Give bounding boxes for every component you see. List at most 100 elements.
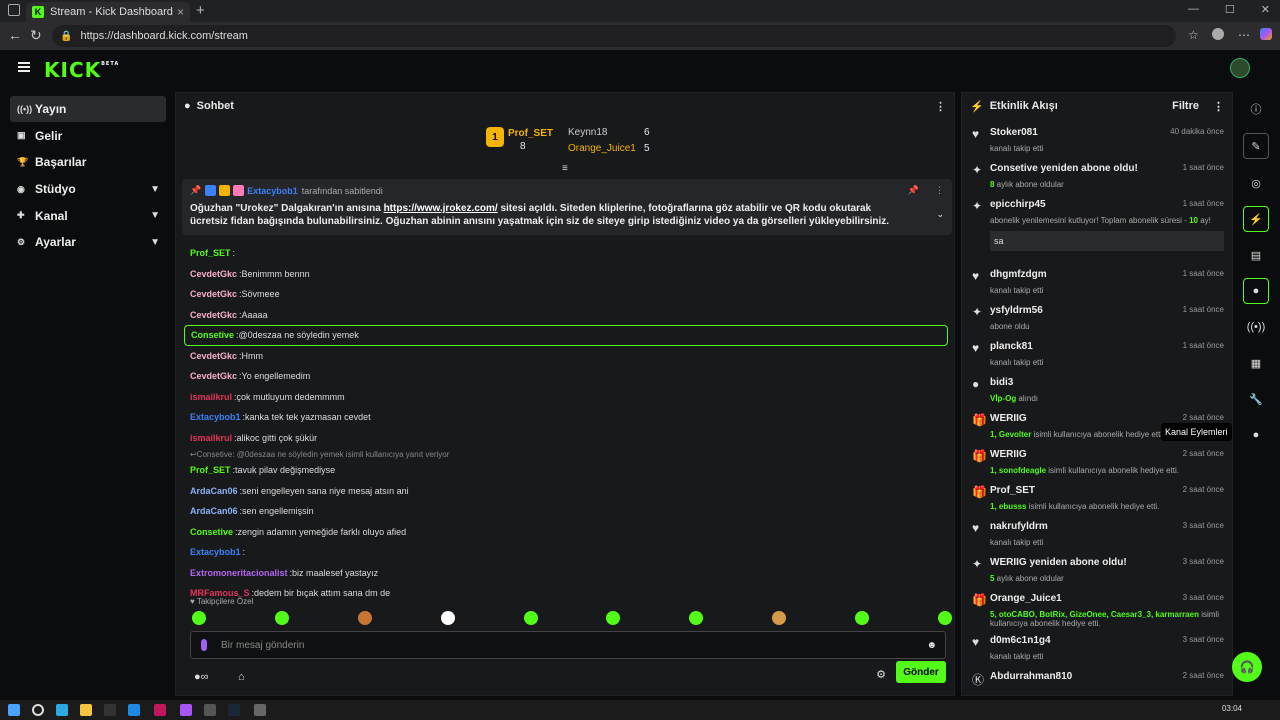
pinned-link[interactable]: https://www.jrokez.com/	[384, 203, 498, 214]
pinned-by-user[interactable]: Extacybob1	[247, 186, 298, 196]
chat-username[interactable]: ArdaCan06	[190, 506, 238, 516]
feed-event-name[interactable]: dhgmfzdgm	[990, 269, 1047, 280]
emoji-icon[interactable]: ☻	[926, 640, 937, 651]
tab-actions-icon[interactable]	[8, 4, 20, 16]
feed-event[interactable]: 🎁 WERIIG 2 saat önce 1, sonofdeagle isimli …	[972, 449, 1224, 475]
app-icon[interactable]	[254, 704, 266, 716]
chat-username[interactable]: Extacybob1	[190, 547, 241, 557]
lightning-icon[interactable]: ⚡	[1243, 206, 1269, 232]
sidebar-item-basarilar[interactable]: 🏆 Başarılar	[10, 149, 166, 175]
chat-username[interactable]: ismailkrul	[190, 433, 232, 443]
wrench-icon[interactable]: 🔧	[1243, 386, 1269, 412]
back-icon[interactable]: ←	[8, 27, 22, 43]
close-tab-icon[interactable]: ×	[177, 5, 184, 19]
feed-event[interactable]: 🎁 Orange_Juice1 3 saat önce 5, otoCABO, Bot…	[972, 593, 1224, 628]
reload-icon[interactable]: ↻	[30, 27, 42, 44]
emote-icon[interactable]	[937, 611, 952, 625]
chat-username[interactable]: Consetive	[191, 330, 234, 340]
emote-icon[interactable]	[772, 611, 787, 625]
feed-event[interactable]: ♥ dhgmfzdgm 1 saat önce kanalı takip etti	[972, 269, 1224, 295]
feed-event-name[interactable]: bidi3	[990, 377, 1013, 388]
chevron-down-icon[interactable]: ⌄	[936, 209, 944, 220]
feed-event-name[interactable]: Consetive yeniden abone oldu!	[990, 163, 1138, 174]
feed-event-name[interactable]: Orange_Juice1	[990, 593, 1062, 604]
kicks-icon[interactable]: ●∞	[194, 671, 209, 683]
chat-message-input[interactable]: Bir mesaj gönderin ☻	[190, 631, 946, 659]
feed-event[interactable]: ✦ ysfyldrm56 1 saat önce abone oldu	[972, 305, 1224, 331]
copilot-icon[interactable]	[1260, 28, 1272, 40]
feed-event-name[interactable]: WERIIG	[990, 413, 1027, 424]
sidebar-item-yayin[interactable]: ((•)) Yayın	[10, 96, 166, 122]
emote-icon[interactable]	[357, 611, 372, 625]
feed-menu-icon[interactable]: ⋮	[1213, 100, 1224, 113]
maximize-icon[interactable]: ☐	[1225, 3, 1235, 16]
search-icon[interactable]	[32, 704, 44, 716]
emote-icon[interactable]	[606, 611, 621, 625]
copilot-icon[interactable]	[180, 704, 192, 716]
app-icon[interactable]	[154, 704, 166, 716]
emote-icon[interactable]	[689, 611, 704, 625]
chat-username[interactable]: Prof_SET	[190, 248, 231, 258]
feed-event-name[interactable]: Abdurrahman810	[990, 671, 1072, 682]
app-icon[interactable]	[204, 704, 216, 716]
feed-event[interactable]: Ⓚ Abdurrahman810 2 saat önce	[972, 671, 1224, 691]
pinned-menu-icon[interactable]: ⋮	[935, 185, 944, 196]
favorites-icon[interactable]: ☆	[1188, 28, 1199, 42]
support-icon[interactable]: 🎧	[1232, 652, 1262, 682]
camera-icon[interactable]: ◎	[1243, 170, 1269, 196]
kick-coins-icon[interactable]: ●	[1243, 422, 1269, 448]
chat-username[interactable]: Prof_SET	[190, 465, 231, 475]
feed-event[interactable]: ✦ Consetive yeniden abone oldu! 1 saat önc…	[972, 163, 1224, 189]
url-field[interactable]: 🔒 https://dashboard.kick.com/stream	[52, 25, 1176, 47]
feed-event-name[interactable]: WERIIG yeniden abone oldu!	[990, 557, 1127, 568]
broadcast-icon[interactable]: ((•))	[1243, 314, 1269, 340]
channel-actions-icon[interactable]: ▦	[1243, 350, 1269, 376]
steam-icon[interactable]	[228, 704, 240, 716]
edge-icon[interactable]	[56, 704, 68, 716]
chat-menu-icon[interactable]: ⋮	[935, 100, 946, 113]
filter-button[interactable]: Filtre	[1172, 100, 1199, 112]
expand-leaderboard-icon[interactable]: ≡	[562, 163, 568, 174]
new-tab-icon[interactable]: +	[196, 2, 205, 19]
windows-start-icon[interactable]	[8, 704, 20, 716]
chat-username[interactable]: ismailkrul	[190, 392, 232, 402]
chat-username[interactable]: ArdaCan06	[190, 486, 238, 496]
app-icon[interactable]	[104, 704, 116, 716]
feed-event[interactable]: ♥ nakrufyldrm 3 saat önce kanalı takip etti	[972, 521, 1224, 547]
feed-event-name[interactable]: epicchirp45	[990, 199, 1046, 210]
emote-icon[interactable]	[855, 611, 869, 625]
sidebar-item-kanal[interactable]: ✚ Kanal ▼	[10, 203, 166, 229]
kick-logo[interactable]: KICKBETA	[44, 58, 119, 82]
feed-event-name[interactable]: Prof_SET	[990, 485, 1035, 496]
chat-username[interactable]: CevdetGkc	[190, 310, 237, 320]
feed-event-name[interactable]: nakrufyldrm	[990, 521, 1048, 532]
feed-event[interactable]: ● bidi3 Vİp-Og alındı	[972, 377, 1224, 403]
hamburger-menu-icon[interactable]	[18, 62, 30, 72]
chat-username[interactable]: Extromoneritacionalist	[190, 568, 288, 578]
feed-event-name[interactable]: ysfyldrm56	[990, 305, 1043, 316]
emote-icon[interactable]	[440, 611, 455, 625]
emote-icon[interactable]	[523, 611, 538, 625]
send-button[interactable]: Gönder	[896, 661, 946, 683]
explorer-icon[interactable]	[80, 704, 92, 716]
feed-event[interactable]: ♥ d0m6c1n1g4 3 saat önce kanalı takip etti	[972, 635, 1224, 661]
chat-username[interactable]: CevdetGkc	[190, 289, 237, 299]
chat-username[interactable]: Consetive	[190, 527, 233, 537]
avatar[interactable]	[1230, 58, 1250, 78]
close-window-icon[interactable]: ✕	[1261, 3, 1270, 16]
chat-icon[interactable]: ●	[1243, 278, 1269, 304]
emote-icon[interactable]	[274, 611, 289, 625]
feed-event[interactable]: ♥ planck81 1 saat önce kanalı takip etti	[972, 341, 1224, 367]
notes-icon[interactable]: ▤	[1243, 242, 1269, 268]
store-icon[interactable]: ⌂	[238, 671, 245, 683]
outlook-icon[interactable]	[128, 704, 140, 716]
emote-icon[interactable]	[192, 611, 206, 625]
chat-username[interactable]: CevdetGkc	[190, 351, 237, 361]
chat-settings-icon[interactable]: ⚙	[876, 668, 886, 681]
feed-event-name[interactable]: Stoker081	[990, 127, 1038, 138]
feed-event-name[interactable]: WERIIG	[990, 449, 1027, 460]
edit-icon[interactable]: ✎	[1243, 133, 1269, 159]
chat-username[interactable]: CevdetGkc	[190, 269, 237, 279]
feed-event[interactable]: ✦ WERIIG yeniden abone oldu! 3 saat önce 5 …	[972, 557, 1224, 583]
sidebar-item-gelir[interactable]: ▣ Gelir	[10, 123, 166, 149]
